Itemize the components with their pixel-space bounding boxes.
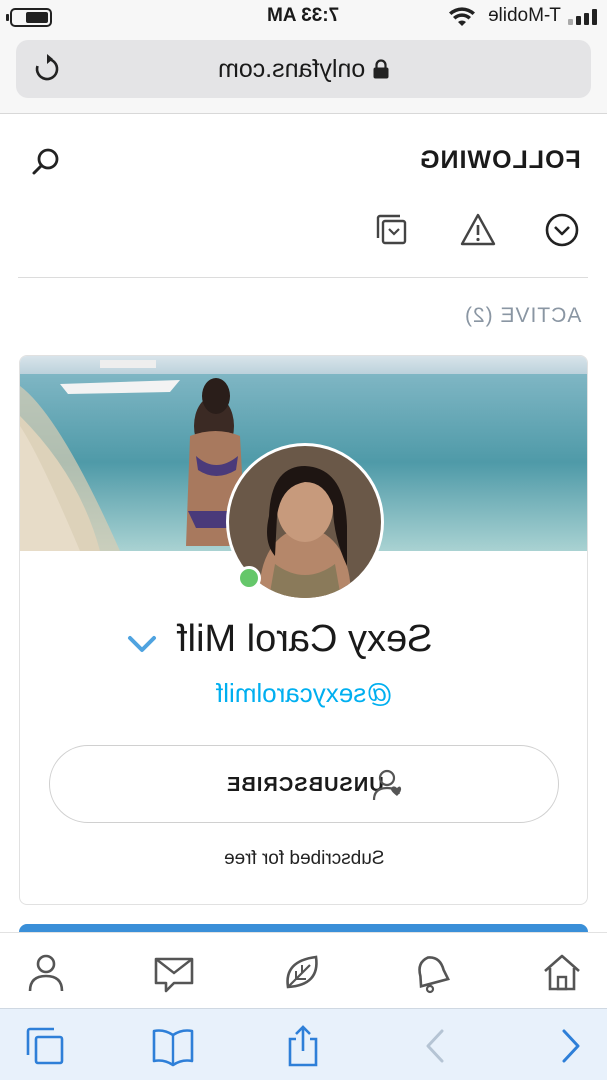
address-bar[interactable]: onlyfans.com [16,40,591,98]
page-title: FOLLOWING [419,146,581,174]
verified-icon [128,636,156,652]
creator-handle[interactable]: @sexycarolmilf [20,678,587,709]
creator-card[interactable]: Sexy Carol Milf @sexycarolmilf UNSUBSCRI… [19,355,588,905]
browser-chrome: onlyfans.com [0,34,607,114]
home-icon[interactable] [540,951,584,995]
profile-icon[interactable] [24,951,68,995]
forward-icon[interactable] [550,1025,592,1067]
online-status-indicator [237,566,261,590]
bell-icon[interactable] [410,951,454,995]
user-heart-icon [372,769,402,801]
carrier-name: T-Mobile [488,5,561,26]
bookmarks-icon[interactable] [152,1025,194,1067]
tab-warning[interactable] [458,210,498,250]
tab-bar [18,200,588,278]
message-icon[interactable] [152,951,196,995]
status-bar: 7:33 AM T-Mobile [0,0,607,34]
tab-collection[interactable] [372,210,412,250]
unsubscribe-label: UNSUBSCRIBE [226,773,384,796]
lock-icon [373,59,389,79]
signal-icon [565,9,597,25]
warning-icon [460,213,496,246]
bottom-nav [0,932,607,1008]
leaf-icon[interactable] [280,951,324,995]
browser-toolbar [0,1008,607,1080]
tabs-icon[interactable] [24,1025,66,1067]
back-icon[interactable] [414,1025,456,1067]
url-display[interactable]: onlyfans.com [16,40,591,98]
tab-chevron-circle-icon[interactable] [542,210,582,250]
creator-name[interactable]: Sexy Carol Milf [20,618,587,661]
search-icon[interactable] [30,146,62,178]
wifi-icon [449,7,475,26]
subscription-note: Subscribed for free [224,848,385,869]
section-label: ACTIVE (2) [463,304,581,327]
url-text: onlyfans.com [217,54,366,83]
unsubscribe-button[interactable]: UNSUBSCRIBE [49,745,559,823]
collection-icon [376,214,407,245]
share-icon[interactable] [282,1025,324,1067]
